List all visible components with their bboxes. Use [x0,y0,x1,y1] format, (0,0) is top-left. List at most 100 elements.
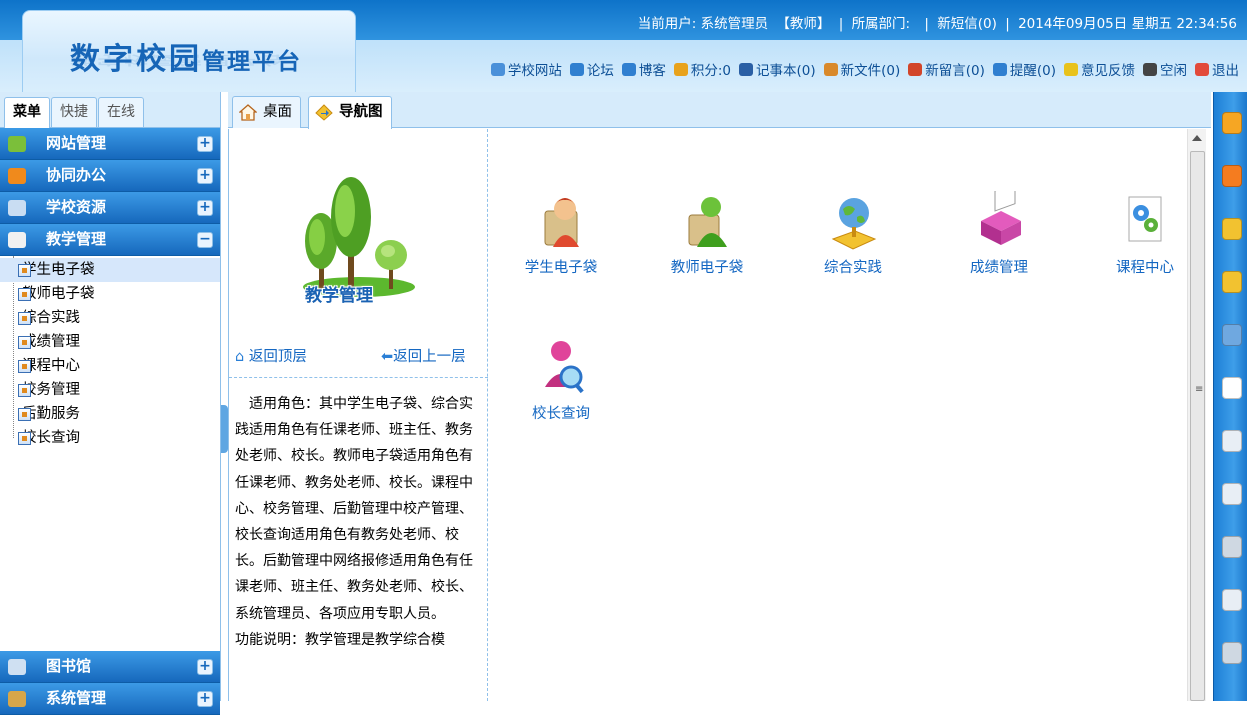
header-link-reminder[interactable]: 提醒(0) [992,59,1056,79]
header-link-school-site[interactable]: 学校网站 [490,59,562,79]
page-icon [18,360,31,373]
header-links: 学校网站 论坛 博客 积分:0 记事本(0) 新文件(0) 新留言(0) 提醒(0) 意见反馈 空… [483,59,1239,80]
back-to-top-link[interactable]: ⌂ 返回顶层 [235,345,307,366]
app-student-bag[interactable]: 学生电子袋 [511,191,611,277]
submenu-item[interactable]: 校务管理 [0,378,220,402]
expand-icon[interactable]: + [197,659,213,675]
menu-group-office[interactable]: 协同办公 + [0,160,220,192]
header-link-label: 积分:0 [690,63,731,79]
left-tab-0[interactable]: 菜单 [4,97,50,128]
header-link-label: 意见反馈 [1081,63,1135,79]
right-tool-dock [1213,92,1247,701]
reminder-icon [992,62,1007,76]
grade-printer-icon [981,191,1021,245]
app-label: 综合实践 [824,260,882,276]
home-icon [239,104,257,121]
vertical-scrollbar[interactable]: ≡ [1187,129,1206,701]
new-sms-link[interactable]: 新短信(0) [937,16,997,32]
forum-icon [569,62,584,76]
expand-icon[interactable]: + [197,200,213,216]
menu-group-resource[interactable]: 学校资源 + [0,192,220,224]
settings-icon[interactable] [1222,536,1242,558]
page-icon [18,432,31,445]
header-link-message[interactable]: 新留言(0) [908,59,985,79]
scroll-up-arrow-icon[interactable] [1192,135,1202,141]
expand-icon[interactable]: + [197,691,213,707]
submenu-list: 学生电子袋教师电子袋 综合实践 成绩管理 课程中心 校务管理 后勤服务 校长查询 [0,256,220,450]
description-roles: 适用角色：其中学生电子袋、综合实践适用角色有任课老师、班主任、教务处老师、校长。… [235,396,473,622]
submenu-item[interactable]: 成绩管理 [0,330,220,354]
tab-desktop-label: 桌面 [263,104,292,120]
back-one-level-label: 返回上一层 [393,349,466,365]
library-icon [8,659,26,675]
menu-group-label: 图书馆 [46,657,92,675]
app-label: 成绩管理 [970,260,1028,276]
header-link-blog[interactable]: 博客 [621,59,666,79]
submenu-item[interactable]: 校长查询 [0,426,220,450]
feedback-icon [1064,62,1078,76]
printer-icon[interactable] [1222,589,1242,611]
header-link-points[interactable]: 积分:0 [673,59,731,79]
left-tab-2[interactable]: 在线 [98,97,144,127]
expand-icon[interactable]: + [197,136,213,152]
current-user-name: 系统管理员 [700,16,769,32]
submenu-item[interactable]: 后勤服务 [0,402,220,426]
notebook-icon [739,62,753,76]
app-label: 学生电子袋 [524,260,598,276]
page-icon [18,288,31,301]
scrollbar-thumb[interactable]: ≡ [1190,151,1205,701]
app-teacher-bag[interactable]: 教师电子袋 [657,191,757,277]
left-tab-1[interactable]: 快捷 [51,97,97,127]
user-icon[interactable] [1222,324,1242,346]
header-link-label: 空闲 [1160,63,1187,79]
teacher-bag-icon [688,197,727,247]
header-link-feedback[interactable]: 意见反馈 [1064,59,1135,79]
download-icon[interactable] [1222,430,1242,452]
main-content: 教学管理 ⌂ 返回顶层 ⬅返回上一层 适用角色：其中学生电子袋、综合实践适用角色… [228,129,1211,701]
back-one-level-link[interactable]: ⬅返回上一层 [381,345,466,366]
module-title: 教学管理 [305,286,373,306]
submenu-item[interactable]: 课程中心 [0,354,220,378]
header-link-file[interactable]: 新文件(0) [823,59,900,79]
current-user-role: 【教师】 [776,16,831,32]
expand-icon[interactable]: + [197,168,213,184]
collapse-icon[interactable]: − [197,232,213,248]
pencil-icon[interactable] [1222,218,1242,240]
scroll-grip-icon: ≡ [1195,384,1204,395]
app-header: 数字校园管理平台 数字校园管理平台 当前用户: 系统管理员 【教师】 | 所属部… [0,0,1247,92]
key-icon[interactable] [1222,271,1242,293]
document-icon[interactable] [1222,377,1242,399]
app-grade-printer[interactable]: 成绩管理 [949,191,1049,277]
separator: | [838,16,844,32]
header-link-label: 退出 [1212,63,1239,79]
header-link-forum[interactable]: 论坛 [569,59,614,79]
menu-group-system[interactable]: 系统管理 + [0,683,220,715]
header-link-idle-status[interactable]: 空闲 [1143,59,1187,79]
collapse-panel-handle[interactable] [221,405,228,453]
module-description: 适用角色：其中学生电子袋、综合实践适用角色有任课老师、班主任、教务处老师、校长。… [235,391,473,653]
department-label: 所属部门: [851,16,911,32]
header-link-logout[interactable]: 退出 [1195,59,1239,79]
printer-icon[interactable] [1222,483,1242,505]
app-globe-practice[interactable]: 综合实践 [803,191,903,277]
app-label: 校长查询 [532,406,590,422]
menu-list-bottom: 图书馆 + 系统管理 + [0,651,220,715]
submenu-item[interactable]: 学生电子袋 [0,258,220,282]
books-icon[interactable] [1222,112,1242,134]
left-panel: 菜单 快捷 在线 网站管理 + 协同办公 + 学校资源 + 教学管理 − 学生电子袋教师电子袋 综合实… [0,92,221,715]
tab-desktop[interactable]: 桌面 [232,96,301,128]
tab-navigation-map[interactable]: 导航图 [308,96,392,129]
eraser-icon[interactable] [1222,165,1242,187]
navigation-map-icon [315,104,333,121]
submenu-item-label: 学生电子袋 [22,262,95,278]
menu-group-library[interactable]: 图书馆 + [0,651,220,683]
app-course-gears[interactable]: 课程中心 [1095,191,1195,277]
menu-group-label: 教学管理 [46,230,107,248]
submenu-item[interactable]: 教师电子袋 [0,282,220,306]
settings-icon[interactable] [1222,642,1242,664]
header-link-notebook[interactable]: 记事本(0) [739,59,816,79]
submenu-item[interactable]: 综合实践 [0,306,220,330]
menu-group-teaching[interactable]: 教学管理 − [0,224,220,256]
menu-group-website[interactable]: 网站管理 + [0,128,220,160]
app-principal-search[interactable]: 校长查询 [511,337,611,423]
